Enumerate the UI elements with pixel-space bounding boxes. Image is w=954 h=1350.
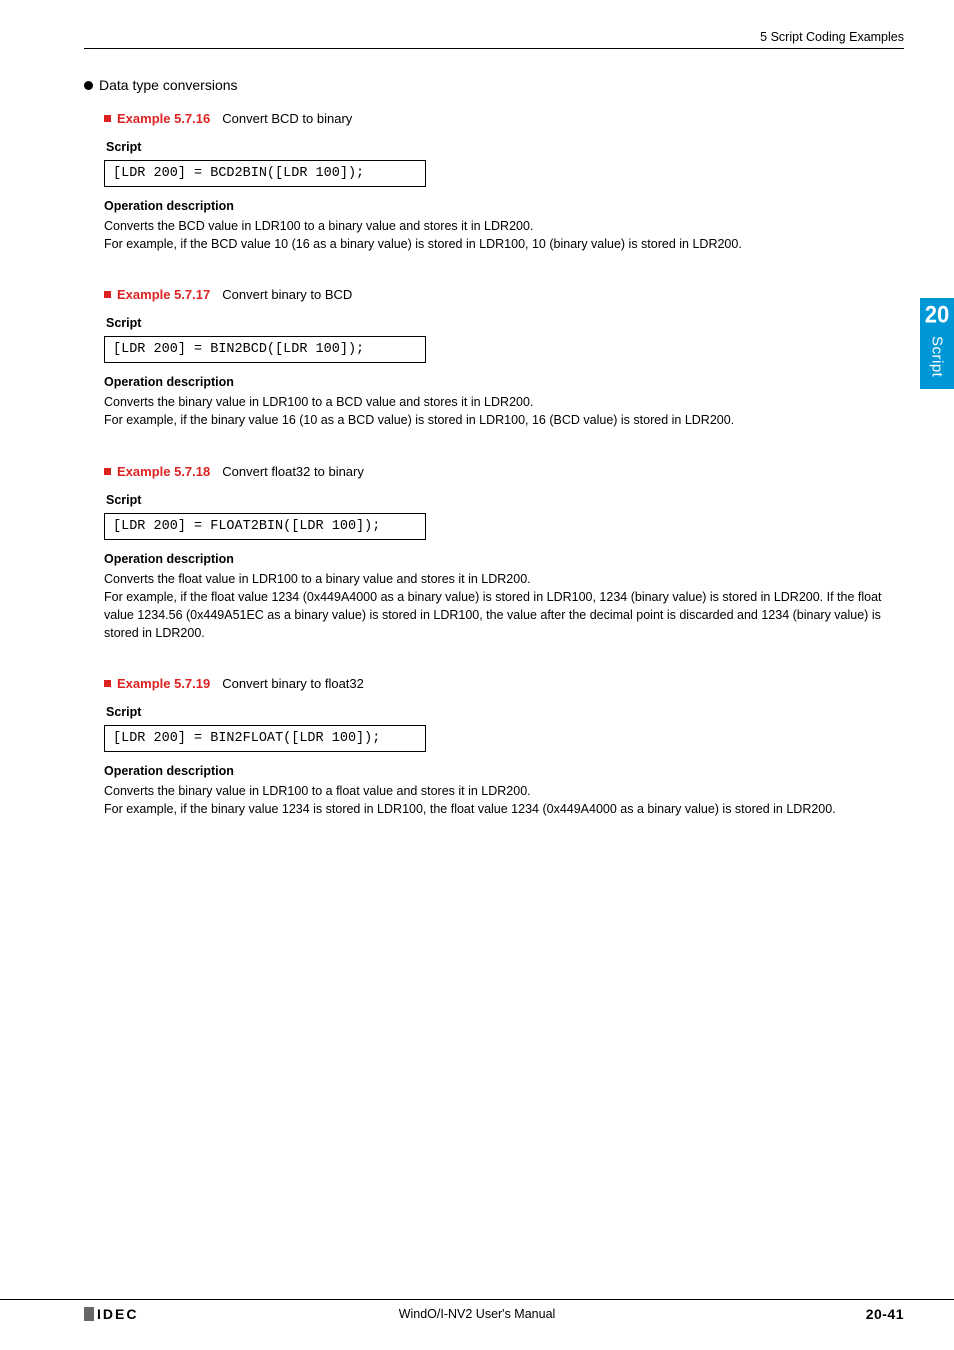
op-line: For example, if the binary value 1234 is… (104, 800, 904, 818)
square-bullet-icon (104, 115, 111, 122)
logo-text: IDEC (97, 1306, 138, 1322)
operation-text: Converts the float value in LDR100 to a … (104, 570, 904, 643)
operation-text: Converts the binary value in LDR100 to a… (104, 393, 904, 429)
square-bullet-icon (104, 680, 111, 687)
chapter-label: Script (929, 334, 946, 377)
manual-title: WindO/I-NV2 User's Manual (399, 1307, 556, 1321)
op-line: For example, if the float value 1234 (0x… (104, 588, 904, 642)
script-label: Script (106, 316, 904, 330)
op-line: Converts the float value in LDR100 to a … (104, 570, 904, 588)
example-title: Convert binary to BCD (222, 287, 352, 302)
page-footer: IDEC WindO/I-NV2 User's Manual 20-41 (0, 1299, 954, 1322)
brand-logo: IDEC (84, 1306, 138, 1322)
chapter-tab: 20 Script (920, 298, 954, 389)
op-line: For example, if the BCD value 10 (16 as … (104, 235, 904, 253)
code-box: [LDR 200] = BIN2BCD([LDR 100]); (104, 336, 426, 363)
page-number: 20-41 (866, 1306, 904, 1322)
square-bullet-icon (104, 291, 111, 298)
example-number: Example 5.7.16 (117, 111, 210, 126)
example-number: Example 5.7.17 (117, 287, 210, 302)
example-heading: Example 5.7.17 Convert binary to BCD (104, 287, 904, 302)
example-heading: Example 5.7.16 Convert BCD to binary (104, 111, 904, 126)
chapter-number: 20 (920, 296, 954, 336)
section-title: Data type conversions (99, 77, 238, 93)
example-number: Example 5.7.19 (117, 676, 210, 691)
operation-label: Operation description (104, 375, 904, 389)
op-line: Converts the BCD value in LDR100 to a bi… (104, 217, 904, 235)
example-title: Convert float32 to binary (222, 464, 364, 479)
square-bullet-icon (104, 468, 111, 475)
logo-box-icon (84, 1307, 94, 1321)
operation-text: Converts the BCD value in LDR100 to a bi… (104, 217, 904, 253)
op-line: Converts the binary value in LDR100 to a… (104, 782, 904, 800)
script-label: Script (106, 705, 904, 719)
script-label: Script (106, 493, 904, 507)
section-ref: 5 Script Coding Examples (760, 30, 904, 44)
example-title: Convert BCD to binary (222, 111, 352, 126)
operation-label: Operation description (104, 199, 904, 213)
circle-bullet-icon (84, 81, 93, 90)
example-block: Example 5.7.16 Convert BCD to binary Scr… (104, 111, 904, 253)
op-line: Converts the binary value in LDR100 to a… (104, 393, 904, 411)
code-box: [LDR 200] = BIN2FLOAT([LDR 100]); (104, 725, 426, 752)
example-block: Example 5.7.19 Convert binary to float32… (104, 676, 904, 818)
op-line: For example, if the binary value 16 (10 … (104, 411, 904, 429)
page-header: 5 Script Coding Examples (84, 30, 904, 49)
example-block: Example 5.7.17 Convert binary to BCD Scr… (104, 287, 904, 429)
example-title: Convert binary to float32 (222, 676, 364, 691)
code-box: [LDR 200] = BCD2BIN([LDR 100]); (104, 160, 426, 187)
example-number: Example 5.7.18 (117, 464, 210, 479)
section-title-row: Data type conversions (84, 77, 904, 93)
operation-text: Converts the binary value in LDR100 to a… (104, 782, 904, 818)
code-box: [LDR 200] = FLOAT2BIN([LDR 100]); (104, 513, 426, 540)
script-label: Script (106, 140, 904, 154)
example-heading: Example 5.7.19 Convert binary to float32 (104, 676, 904, 691)
operation-label: Operation description (104, 764, 904, 778)
example-block: Example 5.7.18 Convert float32 to binary… (104, 464, 904, 643)
example-heading: Example 5.7.18 Convert float32 to binary (104, 464, 904, 479)
operation-label: Operation description (104, 552, 904, 566)
